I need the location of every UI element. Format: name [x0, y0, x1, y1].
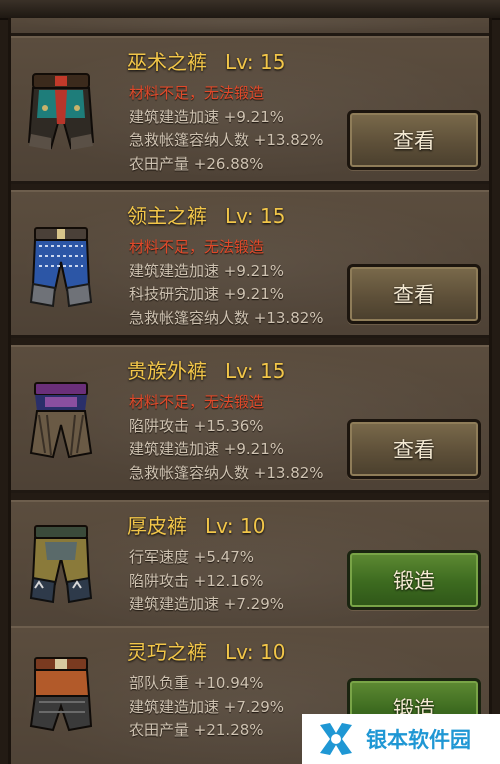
equipment-row: 巫术之裤 Lv: 15 材料不足，无法锻造 建筑建造加速 +9.21% 急救帐篷容…: [11, 36, 489, 184]
item-name: 巫术之裤: [127, 50, 207, 74]
item-title: 灵巧之裤 Lv: 10: [127, 638, 285, 666]
site-watermark: 银本软件园: [302, 714, 500, 764]
stat-line: 建筑建造加速 +7.29%: [129, 697, 284, 716]
stat-line: 建筑建造加速 +9.21%: [129, 261, 284, 280]
stat-line: 科技研究加速 +9.21%: [129, 285, 284, 303]
item-level: Lv: 10: [225, 640, 286, 664]
item-level: Lv: 10: [205, 514, 266, 538]
stat-line: 陷阱攻击 +12.16%: [129, 571, 264, 590]
view-button[interactable]: 查看: [347, 419, 481, 479]
item-title: 领主之裤 Lv: 15: [127, 202, 285, 230]
insufficient-materials-warning: 材料不足，无法锻造: [129, 393, 265, 411]
view-button[interactable]: 查看: [347, 110, 481, 170]
equipment-row: 领主之裤 Lv: 15 材料不足，无法锻造 建筑建造加速 +9.21% 科技研究加…: [11, 190, 489, 338]
stat-line: 农田产量 +21.28%: [129, 721, 264, 739]
item-name: 领主之裤: [127, 204, 207, 228]
stat-line: 急救帐篷容纳人数 +13.82%: [129, 131, 324, 149]
stat-line: 建筑建造加速 +9.21%: [129, 107, 284, 126]
equipment-row: 贵族外裤 Lv: 15 材料不足，无法锻造 陷阱攻击 +15.36% 建筑建造加速…: [11, 345, 489, 493]
view-button[interactable]: 查看: [347, 264, 481, 324]
stat-line: 建筑建造加速 +7.29%: [129, 595, 284, 613]
stat-line: 行军速度 +5.47%: [129, 548, 254, 566]
item-stats: 材料不足，无法锻造 建筑建造加速 +9.21% 急救帐篷容纳人数 +13.82%…: [129, 82, 324, 176]
watermark-text: 银本软件园: [366, 728, 471, 752]
item-name: 灵巧之裤: [127, 640, 207, 664]
item-title: 贵族外裤 Lv: 15: [127, 357, 285, 385]
item-stats: 材料不足，无法锻造 建筑建造加速 +9.21% 科技研究加速 +9.21% 急救…: [129, 236, 324, 330]
item-stats: 部队负重 +10.94% 建筑建造加速 +7.29% 农田产量 +21.28%: [129, 672, 284, 743]
insufficient-materials-warning: 材料不足，无法锻造: [129, 84, 265, 102]
stat-line: 部队负重 +10.94%: [129, 674, 264, 692]
list-row-partial: [11, 18, 489, 36]
thick-leather-pants-icon: [25, 524, 97, 608]
item-stats: 材料不足，无法锻造 陷阱攻击 +15.36% 建筑建造加速 +9.21% 急救帐…: [129, 391, 324, 485]
item-stats: 行军速度 +5.47% 陷阱攻击 +12.16% 建筑建造加速 +7.29%: [129, 546, 284, 617]
equipment-list[interactable]: 巫术之裤 Lv: 15 材料不足，无法锻造 建筑建造加速 +9.21% 急救帐篷容…: [8, 18, 492, 764]
agile-pants-icon: [25, 656, 97, 740]
item-level: Lv: 15: [225, 50, 286, 74]
item-level: Lv: 15: [225, 204, 286, 228]
item-title: 巫术之裤 Lv: 15: [127, 48, 285, 76]
item-title: 厚皮裤 Lv: 10: [127, 512, 265, 540]
insufficient-materials-warning: 材料不足，无法锻造: [129, 238, 265, 256]
noble-pants-icon: [25, 381, 97, 465]
stat-line: 急救帐篷容纳人数 +13.82%: [129, 463, 324, 482]
stat-line: 急救帐篷容纳人数 +13.82%: [129, 308, 324, 327]
witchcraft-pants-icon: [25, 72, 97, 156]
item-level: Lv: 15: [225, 359, 286, 383]
stat-line: 陷阱攻击 +15.36%: [129, 416, 264, 435]
stat-line: 农田产量 +26.88%: [129, 154, 264, 173]
item-name: 厚皮裤: [127, 514, 187, 538]
stat-line: 建筑建造加速 +9.21%: [129, 440, 284, 458]
x-logo-icon: [320, 723, 352, 755]
lord-pants-icon: [25, 226, 97, 310]
forge-button[interactable]: 锻造: [347, 550, 481, 610]
top-bar: [0, 0, 500, 20]
item-name: 贵族外裤: [127, 359, 207, 383]
